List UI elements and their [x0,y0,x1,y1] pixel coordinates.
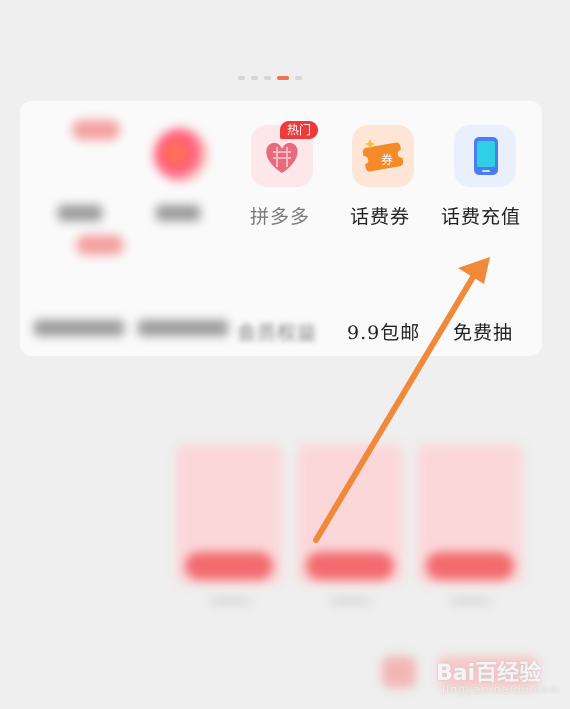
watermark: Bai百经验 jingyan.baidu.com [436,655,566,703]
annotation-arrow [313,257,490,543]
watermark-url: jingyan.baidu.com [442,683,561,696]
